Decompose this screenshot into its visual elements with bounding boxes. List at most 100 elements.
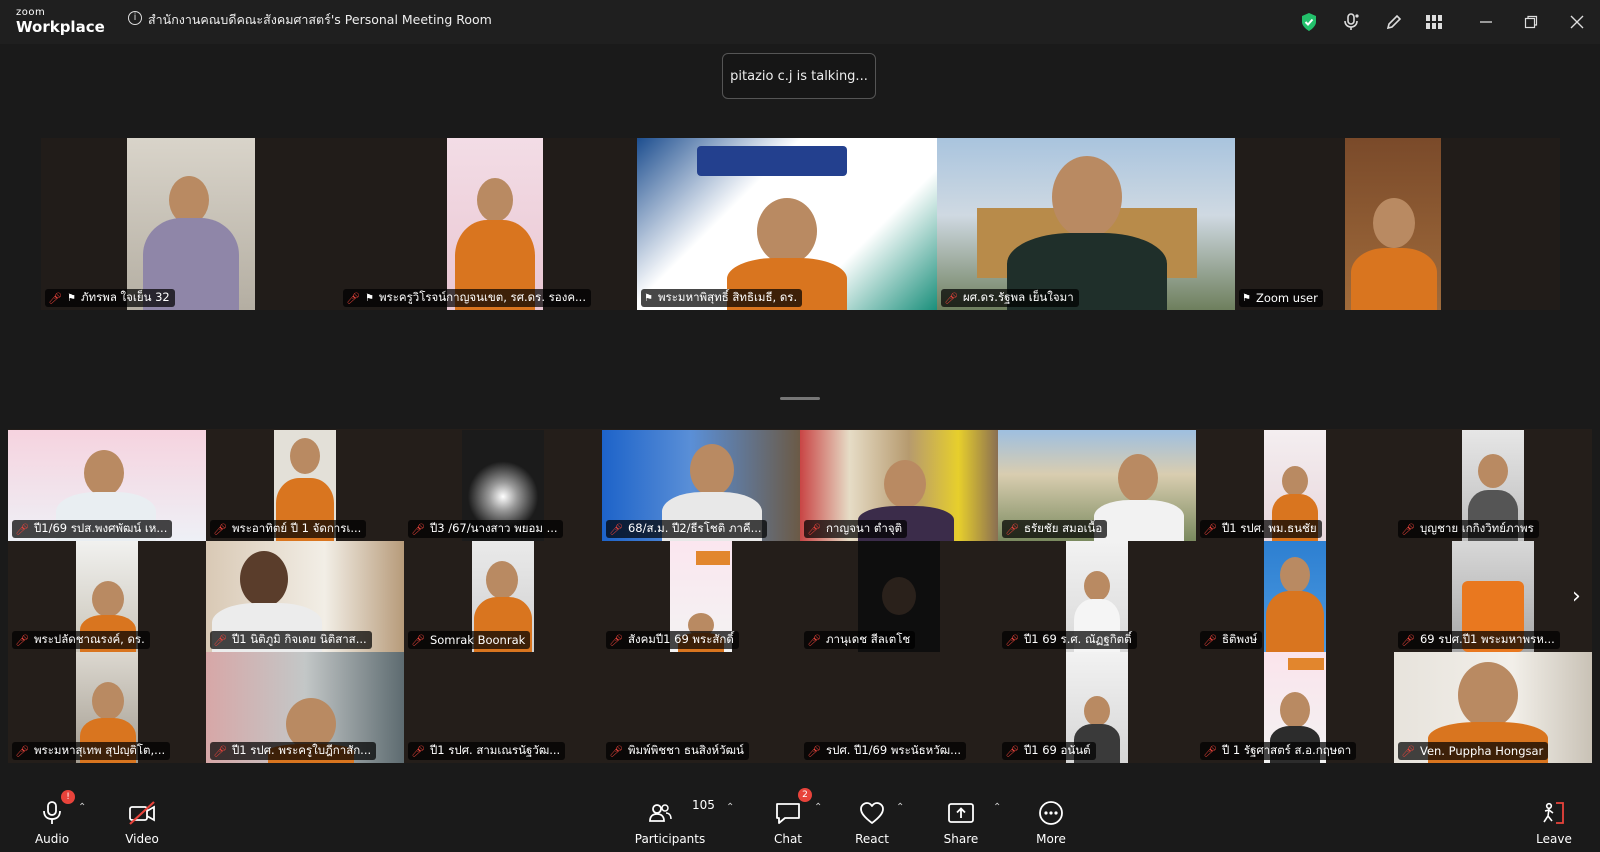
participant-name-tag: 🎤︎ ปี3 /67/นางสาว พยอม ... (408, 520, 563, 538)
share-options-caret-icon[interactable]: ⌃ (993, 802, 1001, 813)
participant-name-tag: 🎤︎ 68/ส.ม. ปี2/ธีรโชติ ภาคี... (606, 520, 767, 538)
mic-muted-icon: 🎤︎ (807, 744, 821, 758)
audio-button[interactable]: ! Audio (12, 790, 92, 852)
share-label: Share (943, 832, 979, 846)
video-tile[interactable]: 🎤︎ ภานุเดช สีลเตโช (800, 541, 998, 652)
participant-name: บุญชาย เกกิงวิทย์ภาพร (1419, 521, 1534, 535)
more-dots-icon (1036, 800, 1066, 826)
meeting-toolbar: ! Audio ⌃ Video 105 Participants ⌃ 2 Cha… (0, 788, 1600, 852)
video-tile[interactable]: 🎤︎ 69 รปศ.ปี1 พระมหาพรห... (1394, 541, 1592, 652)
participant-name: ปี1 69 ร.ศ. ณัฏฐกิตติ์ (1023, 632, 1132, 646)
react-button[interactable]: React (832, 792, 912, 852)
video-tile[interactable]: 🎤︎ ปี1 นิติภูมิ กิจเดย นิติสาส... (206, 541, 404, 652)
video-tile[interactable]: 🎤︎ ปี1 รปศ. สามเณรนัฐวัฒ... (404, 652, 602, 763)
pin-icon: ⚑ (66, 292, 76, 304)
pin-icon: ⚑ (1242, 292, 1251, 304)
participant-name: ปี1 รปศ. พม.ธนชัย (1221, 521, 1317, 535)
participant-name-tag: 🎤︎ ปี 1 รัฐศาสตร์ ส.อ.กฤษดา (1200, 742, 1357, 760)
video-tile[interactable]: 🎤︎ ปี1 69 อนันต์ (998, 652, 1196, 763)
microphone-icon (37, 800, 67, 826)
video-tile[interactable]: 🎤︎ พิมพ์พิชชา ธนสิงห์วัฒน์ (602, 652, 800, 763)
minimize-icon[interactable] (1474, 10, 1498, 34)
video-tile[interactable]: 🎤︎ ปี1/69 รปส.พงศพัฒน์ เห... (8, 430, 206, 541)
participant-name-tag: 🎤︎ Somrak Boonrak (408, 631, 531, 649)
mic-status-icon[interactable] (1339, 10, 1363, 34)
leave-button[interactable]: Leave (1514, 792, 1594, 852)
participant-name: Ven. Puppha Hongsar (1419, 744, 1544, 758)
participant-name-tag: 🎤︎ ปี1 รปศ. พม.ธนชัย (1200, 520, 1322, 538)
participant-video (1345, 138, 1441, 310)
mic-muted-icon: 🎤︎ (213, 522, 227, 536)
video-tile[interactable]: 🎤︎ ปี1 รปศ. พม.ธนชัย (1196, 430, 1394, 541)
mic-muted-icon: 🎤︎ (1203, 633, 1217, 647)
participants-options-caret-icon[interactable]: ⌃ (726, 802, 734, 813)
share-button[interactable]: Share (921, 792, 1001, 852)
video-tile[interactable]: 🎤︎ Ven. Puppha Hongsar (1394, 652, 1592, 763)
video-tile[interactable]: 🎤︎ ปี1 รปศ. พระครูใบฎีกาสัก... (206, 652, 404, 763)
video-tile[interactable]: 🎤︎ พระอาทิตย์ ปี 1 จัดการเ... (206, 430, 404, 541)
pin-icon: ⚑ (364, 292, 374, 304)
participant-name-tag: 🎤︎ พระมหาสุเทพ สุปญฺติโต,... (12, 742, 171, 760)
logo-line1: zoom (16, 7, 46, 18)
close-icon[interactable] (1565, 10, 1589, 34)
info-icon[interactable]: i (128, 11, 142, 25)
video-tile[interactable]: 🎤︎ ธิติพงษ์ (1196, 541, 1394, 652)
participant-name-tag: 🎤︎ ปี1 69 ร.ศ. ณัฏฐกิตติ์ (1002, 631, 1137, 649)
participants-icon (647, 800, 673, 826)
participant-name: Somrak Boonrak (429, 633, 526, 647)
react-options-caret-icon[interactable]: ⌃ (896, 802, 904, 813)
participant-name: Zoom user (1255, 291, 1318, 305)
video-tile[interactable]: ⚑ Zoom user (1235, 138, 1533, 310)
video-tile[interactable]: 🎤︎ ปี3 /67/นางสาว พยอม ... (404, 430, 602, 541)
video-tile[interactable]: 🎤︎ ⚑ ภัทรพล ใจเย็น 32 (41, 138, 339, 310)
participant-name: ปี1/69 รปส.พงศพัฒน์ เห... (33, 521, 168, 535)
video-tile[interactable]: 🎤︎ สังคมปี1 69 พระสักดิ์ (602, 541, 800, 652)
chat-button[interactable]: 2 Chat (748, 788, 828, 852)
participant-name: กาญจนา ตำจุติ (825, 521, 903, 535)
chat-options-caret-icon[interactable]: ⌃ (814, 802, 822, 813)
video-tile[interactable]: 🎤︎ พระปลัดชาณรงค์, ดร. (8, 541, 206, 652)
annotate-pencil-icon[interactable] (1382, 10, 1406, 34)
participant-name-tag: 🎤︎ กาญจนา ตำจุติ (804, 520, 908, 538)
video-tile[interactable]: 🎤︎ 68/ส.ม. ปี2/ธีรโชติ ภาคี... (602, 430, 800, 541)
video-tile[interactable]: 🎤︎ ธรัยชัย สมอเนื้อ (998, 430, 1196, 541)
resize-handle[interactable] (780, 397, 820, 400)
view-grid-icon[interactable] (1422, 10, 1446, 34)
video-tile[interactable]: 🎤︎ ปี 1 รัฐศาสตร์ ส.อ.กฤษดา (1196, 652, 1394, 763)
video-tile[interactable]: 🎤︎ กาญจนา ตำจุติ (800, 430, 998, 541)
video-tile[interactable]: 🎤︎ Somrak Boonrak (404, 541, 602, 652)
more-label: More (1036, 832, 1066, 846)
participant-name: พระมหาสุเทพ สุปญฺติโต,... (33, 743, 166, 757)
mic-muted-icon: 🎤︎ (346, 291, 360, 305)
active-speaker-toast: pitazio c.j is talking... (722, 53, 876, 99)
video-button[interactable]: Video (102, 792, 182, 852)
participant-name: สังคมปี1 69 พระสักดิ์ (627, 632, 734, 646)
restore-icon[interactable] (1519, 10, 1543, 34)
audio-options-caret-icon[interactable]: ⌃ (78, 802, 86, 813)
mic-muted-icon: 🎤︎ (1401, 744, 1415, 758)
video-tile[interactable]: 🎤︎ ปี1 69 ร.ศ. ณัฏฐกิตติ์ (998, 541, 1196, 652)
video-tile[interactable]: 🎤︎ ⚑ พระครูวิโรจน์กาญจนเขต, รศ.ดร. รองค.… (339, 138, 637, 310)
participant-video (447, 138, 543, 310)
more-button[interactable]: More (1011, 792, 1091, 852)
video-tile[interactable]: ⚑ พระมหาพิสุทธิ์ สิทธิเมธี, ดร. (637, 138, 937, 310)
mic-muted-icon: 🎤︎ (411, 744, 425, 758)
participants-button[interactable]: 105 Participants (622, 792, 718, 852)
shield-icon[interactable] (1297, 10, 1321, 34)
participant-name-tag: 🎤︎ ภานุเดช สีลเตโช (804, 631, 916, 649)
mic-muted-icon: 🎤︎ (609, 522, 623, 536)
leave-label: Leave (1536, 832, 1572, 846)
participants-label: Participants (634, 832, 706, 846)
next-page-arrow-icon[interactable]: › (1572, 584, 1581, 609)
video-label: Video (125, 832, 159, 846)
participant-name: 69 รปศ.ปี1 พระมหาพรห... (1419, 632, 1555, 646)
participant-name-tag: 🎤︎ บุญชาย เกกิงวิทย์ภาพร (1398, 520, 1539, 538)
video-tile[interactable]: 🎤︎ พระมหาสุเทพ สุปญฺติโต,... (8, 652, 206, 763)
video-tile[interactable]: 🎤︎ ผศ.ดร.รัฐพล เย็นใจมา (937, 138, 1235, 310)
video-tile[interactable]: 🎤︎ รปศ. ปี1/69 พระนัธหวัฒ... (800, 652, 998, 763)
participant-name-tag: 🎤︎ รปศ. ปี1/69 พระนัธหวัฒ... (804, 742, 967, 760)
video-tile[interactable]: 🎤︎ บุญชาย เกกิงวิทย์ภาพร (1394, 430, 1592, 541)
participant-name: ปี1 รปศ. พระครูใบฎีกาสัก... (231, 743, 372, 757)
mic-muted-icon: 🎤︎ (15, 633, 29, 647)
participant-name-tag: 🎤︎ ปี1 69 อนันต์ (1002, 742, 1096, 760)
